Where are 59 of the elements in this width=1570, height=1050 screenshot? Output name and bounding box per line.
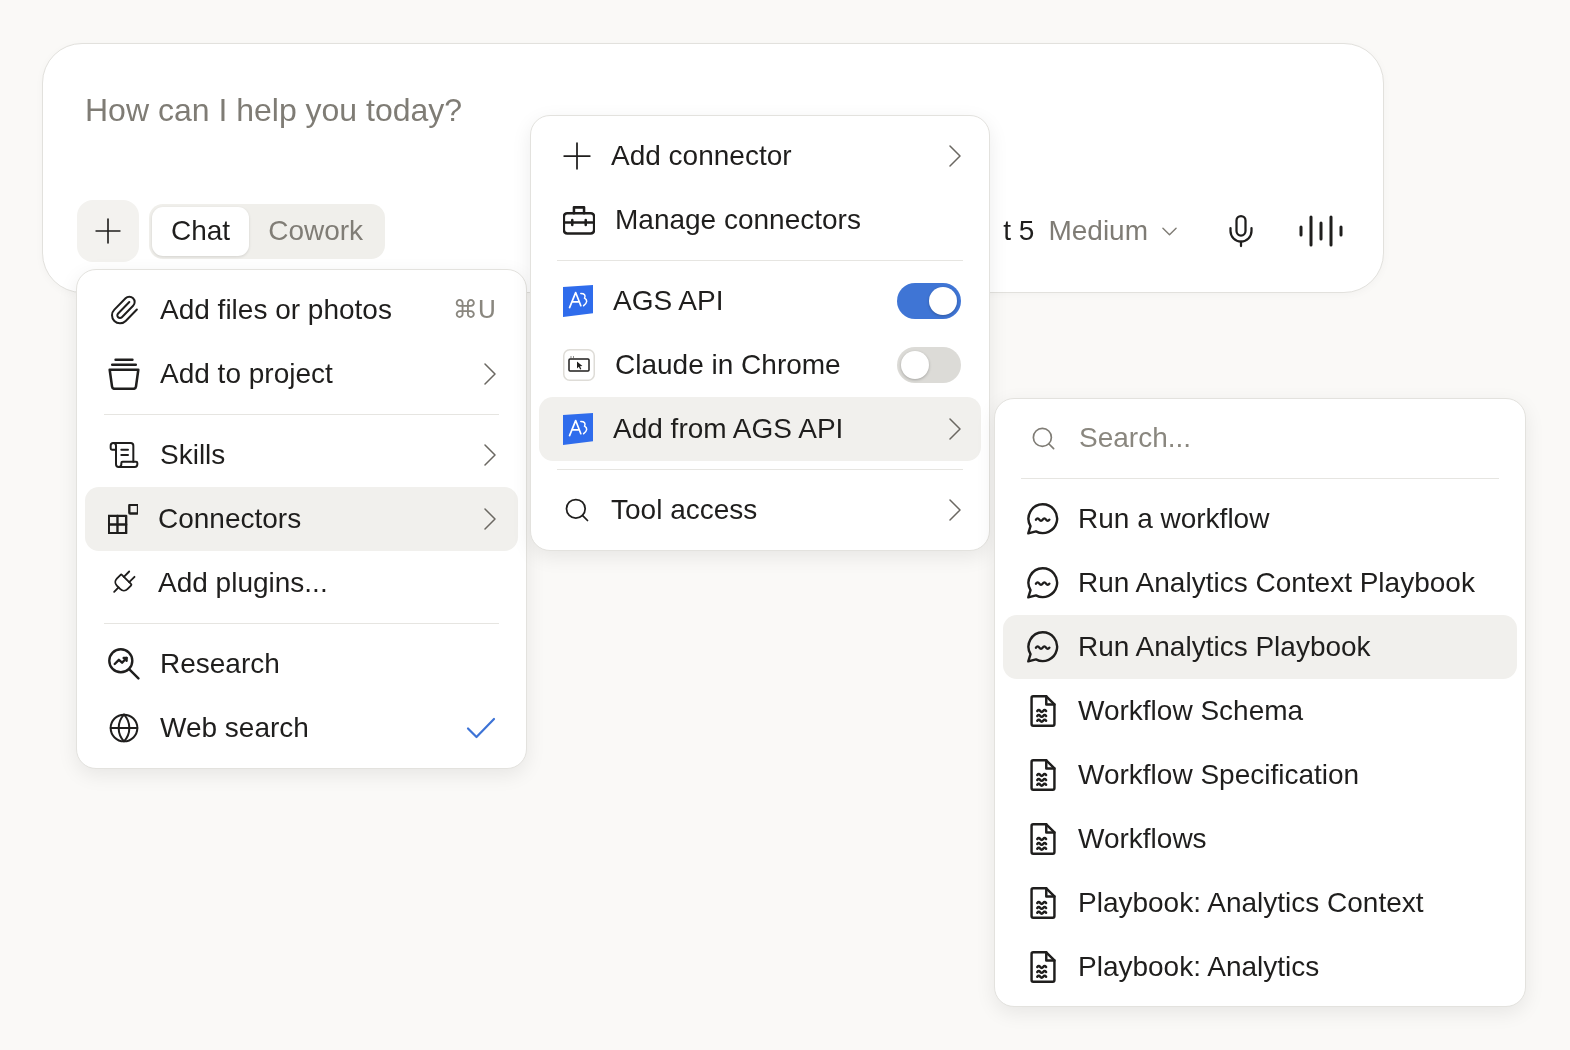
document-icon bbox=[1030, 823, 1056, 855]
menu-item[interactable]: Run Analytics Playbook bbox=[1003, 615, 1517, 679]
menu-item[interactable]: Workflow Schema bbox=[1003, 679, 1517, 743]
paperclip-icon bbox=[108, 294, 140, 326]
menu-item[interactable]: Playbook: Analytics bbox=[1003, 935, 1517, 999]
document-icon bbox=[1030, 759, 1056, 791]
menu-item[interactable]: Manage connectors bbox=[539, 188, 981, 252]
blocks-icon bbox=[108, 504, 138, 534]
chevron-right-icon bbox=[949, 145, 961, 167]
waveform-icon bbox=[1299, 215, 1343, 247]
toggle-switch[interactable] bbox=[897, 283, 961, 319]
app-logo-icon bbox=[563, 285, 593, 317]
menu-item[interactable]: Web search bbox=[85, 696, 518, 760]
shortcut-text: ⌘U bbox=[452, 294, 496, 327]
search-icon bbox=[563, 496, 591, 524]
menu-item[interactable]: Tool access bbox=[539, 478, 981, 542]
menu-item[interactable]: Skills bbox=[85, 423, 518, 487]
menu-item[interactable]: Add plugins... bbox=[85, 551, 518, 615]
search-field[interactable]: Search... bbox=[1079, 416, 1497, 460]
chevron-right-icon bbox=[484, 363, 496, 385]
chevron-right-icon bbox=[949, 418, 961, 440]
model-selector[interactable]: t 5 Medium bbox=[1003, 210, 1187, 252]
menu-item[interactable]: Add connector bbox=[539, 124, 981, 188]
menu-item[interactable]: Connectors bbox=[85, 487, 518, 551]
menu-item[interactable]: Workflows bbox=[1003, 807, 1517, 871]
toolbox-icon bbox=[563, 205, 595, 235]
menu-item[interactable]: Research bbox=[85, 632, 518, 696]
menu-item[interactable]: AGS API bbox=[539, 269, 981, 333]
menu-item[interactable]: Add from AGS API bbox=[539, 397, 981, 461]
chevron-right-icon bbox=[484, 444, 496, 466]
menu-item[interactable]: Add to project bbox=[85, 342, 518, 406]
globe-icon bbox=[108, 712, 140, 744]
document-icon bbox=[1030, 887, 1056, 919]
chevron-right-icon bbox=[484, 508, 496, 530]
scroll-icon bbox=[108, 439, 140, 471]
chevron-down-icon bbox=[1162, 226, 1177, 236]
add-button[interactable] bbox=[77, 200, 139, 262]
menu-item[interactable]: Run a workflow bbox=[1003, 487, 1517, 551]
document-icon bbox=[1030, 695, 1056, 727]
chart-search-icon bbox=[108, 648, 140, 680]
chat-bubble-icon bbox=[1027, 567, 1059, 599]
message-input[interactable]: How can I help you today? bbox=[77, 88, 507, 132]
menu-item[interactable]: Run Analytics Context Playbook bbox=[1003, 551, 1517, 615]
mode-tab[interactable]: Cowork bbox=[249, 206, 383, 256]
tray-icon bbox=[108, 358, 140, 390]
chat-bubble-icon bbox=[1027, 503, 1059, 535]
toggle-switch[interactable] bbox=[897, 347, 961, 383]
menu-item[interactable]: Playbook: Analytics Context bbox=[1003, 871, 1517, 935]
mode-tab[interactable]: Chat bbox=[152, 206, 250, 256]
browser-cursor-icon bbox=[563, 349, 595, 381]
plus-icon bbox=[563, 142, 591, 170]
chevron-right-icon bbox=[949, 499, 961, 521]
menu-item[interactable]: Add files or photos ⌘U bbox=[85, 278, 518, 342]
menu-item[interactable]: Workflow Specification bbox=[1003, 743, 1517, 807]
plus-icon bbox=[95, 218, 121, 244]
document-icon bbox=[1030, 951, 1056, 983]
chat-bubble-icon bbox=[1027, 631, 1059, 663]
menu-item[interactable]: Claude in Chrome bbox=[539, 333, 981, 397]
app-logo-icon bbox=[563, 413, 593, 445]
